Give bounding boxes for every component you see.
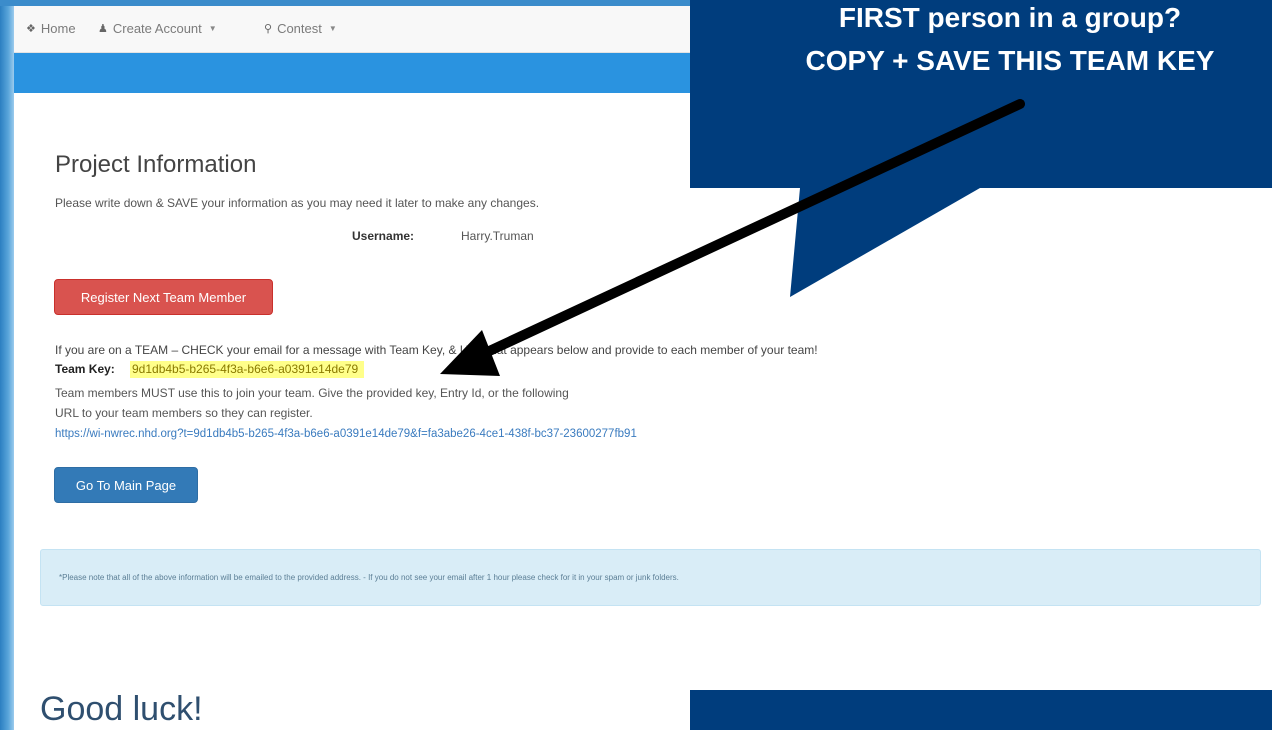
annotation-overlay: FIRST person in a group? COPY + SAVE THI… [0,0,1272,730]
callout-bottom-bar [690,690,1272,730]
callout-title: FIRST person in a group? [838,2,1182,33]
callout-instruction: COPY + SAVE THIS TEAM KEY [805,45,1215,76]
